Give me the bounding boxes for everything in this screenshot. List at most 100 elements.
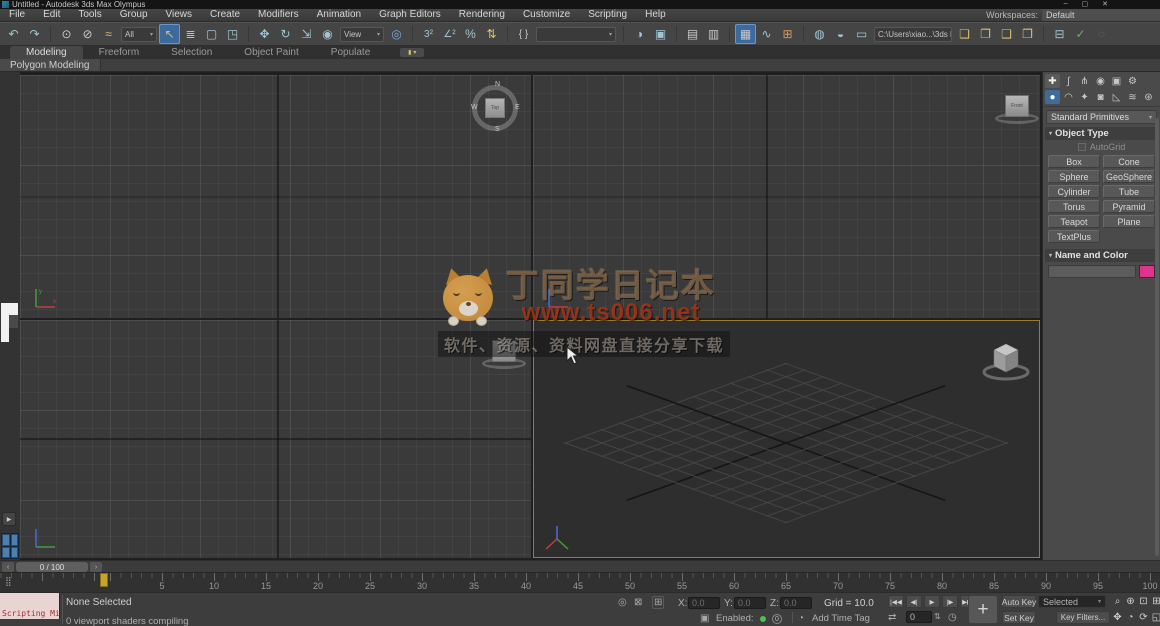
object-color-swatch[interactable] <box>1139 265 1155 278</box>
set-keys-button[interactable]: + <box>968 595 998 624</box>
next-frame-button[interactable]: |▶ <box>942 595 958 608</box>
material-editor-button[interactable]: ◍ <box>809 24 830 44</box>
frame-spinner[interactable]: ⇅ <box>934 612 941 621</box>
motion-tab[interactable]: ◉ <box>1093 74 1108 88</box>
ribbon-tab-freeform[interactable]: Freeform <box>83 46 156 59</box>
teapot-button[interactable]: Teapot <box>1048 215 1100 228</box>
box-button[interactable]: Box <box>1048 155 1100 168</box>
shapes-tab[interactable]: ◠ <box>1061 90 1076 104</box>
viewcube-perspective[interactable] <box>976 336 1036 386</box>
y-coordinate-field[interactable]: 0.0 <box>734 597 766 609</box>
viewcube-face-label[interactable]: Left <box>492 340 516 362</box>
maxscript-mini-listener[interactable]: Scripting Mi <box>0 593 60 619</box>
zoom-extents-button[interactable]: ⊡ <box>1138 595 1149 608</box>
viewcube-front[interactable]: Front <box>992 93 1040 131</box>
select-by-name-button[interactable]: ≣ <box>180 24 201 44</box>
folder-open-button[interactable]: ❐ <box>975 24 996 44</box>
ribbon-config-button[interactable]: ▮▾ <box>400 48 424 57</box>
menu-file[interactable]: File <box>0 9 34 21</box>
space-warps-tab[interactable]: ≋ <box>1125 90 1140 104</box>
toggle-ribbon-button[interactable]: ▦ <box>735 24 756 44</box>
minimize-button[interactable]: – <box>1064 0 1068 8</box>
add-time-tag-button[interactable]: Add Time Tag <box>812 613 870 624</box>
ribbon-tab-populate[interactable]: Populate <box>315 46 386 59</box>
viewport-left[interactable]: Left <box>20 320 531 558</box>
previous-key-button[interactable]: ‹ <box>2 562 14 572</box>
time-configuration-button[interactable]: ◷ <box>948 612 957 623</box>
modify-tab[interactable]: ∫ <box>1061 74 1076 88</box>
systems-tab[interactable]: ⊛ <box>1141 90 1156 104</box>
tab-polygon-modeling[interactable]: Polygon Modeling <box>0 59 101 71</box>
zoom-region-button[interactable]: ⊞ <box>1151 595 1160 608</box>
pyramid-button[interactable]: Pyramid <box>1103 200 1155 213</box>
viewport-top[interactable]: Top NESW x y <box>20 75 531 318</box>
cone-button[interactable]: Cone <box>1103 155 1155 168</box>
selection-set-dropdown[interactable]: Selected ▾ <box>1038 595 1106 608</box>
viewcube-left[interactable]: Left <box>479 338 529 376</box>
viewport-perspective-active[interactable] <box>533 320 1040 558</box>
viewcube-face-label[interactable]: Top <box>485 98 505 118</box>
folder-favorites-button[interactable]: ❒ <box>1017 24 1038 44</box>
checked-circle-button[interactable]: ✓ <box>1070 24 1091 44</box>
use-pivot-point-center-button[interactable]: ◎ <box>386 24 407 44</box>
expand-panel-button[interactable]: ▶ <box>2 512 16 526</box>
primitives-category-dropdown[interactable]: Standard Primitives ▾ <box>1046 110 1157 124</box>
go-to-start-button[interactable]: |◀◀ <box>888 595 904 608</box>
panel-scrollbar[interactable] <box>1155 118 1159 556</box>
select-and-move-button[interactable]: ✥ <box>254 24 275 44</box>
absolute-offset-toggle-button[interactable]: ⊞ <box>652 596 664 609</box>
bind-to-space-warp-button[interactable]: ≈ <box>98 24 119 44</box>
maximize-button[interactable]: ▢ <box>1082 0 1089 8</box>
textplus-button[interactable]: TextPlus <box>1048 230 1100 243</box>
geosphere-button[interactable]: GeoSphere <box>1103 170 1155 183</box>
auto-key-button[interactable]: Auto Key <box>1002 595 1036 608</box>
autogrid-checkbox[interactable]: AutoGrid <box>1043 140 1160 154</box>
menu-help[interactable]: Help <box>636 9 675 21</box>
time-slider[interactable]: 0 / 100 <box>16 562 88 572</box>
schematic-view-button[interactable]: ⊞ <box>777 24 798 44</box>
folder-recent-button[interactable]: ❑ <box>996 24 1017 44</box>
menu-rendering[interactable]: Rendering <box>450 9 514 21</box>
select-object-button[interactable]: ↖ <box>159 24 180 44</box>
orbit-button[interactable]: ⟳ <box>1138 611 1149 624</box>
close-button[interactable]: ✕ <box>1102 0 1108 8</box>
ribbon-tab-modeling[interactable]: Modeling <box>10 46 83 59</box>
toggle-scene-explorer-button[interactable]: ▤ <box>682 24 703 44</box>
ribbon-tab-object-paint[interactable]: Object Paint <box>228 46 314 59</box>
named-selection-sets-dropdown[interactable]: ▾ <box>536 27 616 42</box>
edit-named-selection-sets-button[interactable]: { } <box>513 24 534 44</box>
snaps-toggle-button[interactable]: 3² <box>418 24 439 44</box>
key-filters-button[interactable]: Key Filters... <box>1056 611 1110 624</box>
viewport-layout-tabs[interactable] <box>1 533 19 559</box>
menu-edit[interactable]: Edit <box>34 9 69 21</box>
cameras-tab[interactable]: ◙ <box>1093 90 1108 104</box>
rendered-frame-window-button[interactable]: ▭ <box>851 24 872 44</box>
tube-button[interactable]: Tube <box>1103 185 1155 198</box>
render-setup-button[interactable]: ◒ <box>830 24 851 44</box>
track-bar[interactable]: ⣿ 51015202530354045505560657075808590951… <box>0 572 1160 592</box>
key-mode-toggle-button[interactable]: ⇄ <box>888 612 896 623</box>
spinner-snap-toggle-button[interactable]: ⇅ <box>481 24 502 44</box>
x-coordinate-field[interactable]: 0.0 <box>688 597 720 609</box>
plane-button[interactable]: Plane <box>1103 215 1155 228</box>
utilities-tab[interactable]: ⚙ <box>1125 74 1140 88</box>
menu-scripting[interactable]: Scripting <box>579 9 636 21</box>
cylinder-button[interactable]: Cylinder <box>1048 185 1100 198</box>
menu-modifiers[interactable]: Modifiers <box>249 9 308 21</box>
menu-tools[interactable]: Tools <box>69 9 110 21</box>
isolate-selection-toggle-button[interactable]: ◎ <box>618 597 627 608</box>
select-and-place-button[interactable]: ◉ <box>317 24 338 44</box>
geometry-tab[interactable]: ● <box>1045 90 1060 104</box>
render-production-button[interactable]: ⊟ <box>1049 24 1070 44</box>
undo-button[interactable]: ↶ <box>3 24 24 44</box>
hierarchy-tab[interactable]: ⋔ <box>1077 74 1092 88</box>
workspaces-dropdown[interactable]: Default <box>1042 9 1160 21</box>
select-and-link-button[interactable]: ⊙ <box>56 24 77 44</box>
torus-button[interactable]: Torus <box>1048 200 1100 213</box>
rectangular-selection-region-button[interactable]: ▢ <box>201 24 222 44</box>
redo-button[interactable]: ↷ <box>24 24 45 44</box>
zoom-button[interactable]: ⌕ <box>1112 595 1123 608</box>
current-frame-marker[interactable] <box>100 573 108 587</box>
project-folder-dropdown[interactable]: C:\Users\xiao...\3ds Max 202▾ <box>874 27 952 42</box>
curve-editor-button[interactable]: ∿ <box>756 24 777 44</box>
